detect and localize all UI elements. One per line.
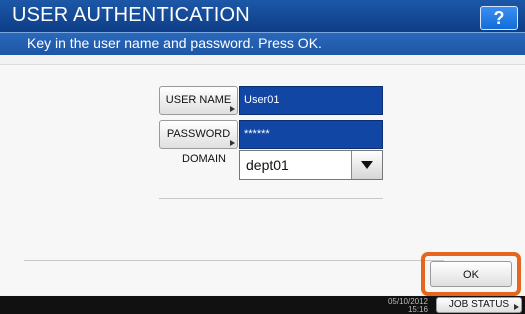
arrow-right-icon bbox=[230, 140, 235, 146]
domain-dropdown-button[interactable] bbox=[351, 151, 382, 179]
arrow-right-icon bbox=[514, 304, 519, 310]
instruction-text: Key in the user name and password. Press… bbox=[27, 35, 322, 51]
user-name-button[interactable]: USER NAME bbox=[159, 86, 238, 115]
date-time: 05/10/2012 15:16 bbox=[380, 298, 428, 314]
arrow-right-icon bbox=[230, 106, 235, 112]
job-status-button[interactable]: JOB STATUS bbox=[436, 297, 522, 313]
domain-select[interactable]: dept01 bbox=[239, 150, 383, 180]
divider bbox=[24, 260, 444, 261]
domain-label: DOMAIN bbox=[182, 153, 226, 165]
divider bbox=[159, 198, 383, 199]
user-name-field[interactable]: User01 bbox=[239, 86, 383, 115]
job-status-label: JOB STATUS bbox=[448, 299, 510, 310]
status-bar: 05/10/2012 15:16 JOB STATUS bbox=[0, 296, 525, 314]
user-name-button-label: USER NAME bbox=[165, 94, 232, 106]
help-button[interactable]: ? bbox=[480, 6, 518, 30]
password-button-label: PASSWORD bbox=[166, 128, 231, 140]
password-field[interactable]: ****** bbox=[239, 120, 383, 149]
authentication-screen: USER AUTHENTICATION ? Key in the user na… bbox=[0, 0, 525, 314]
ok-button[interactable]: OK bbox=[430, 261, 512, 287]
instruction-bar: Key in the user name and password. Press… bbox=[0, 32, 525, 55]
time-text: 15:16 bbox=[407, 305, 428, 314]
title-bar: USER AUTHENTICATION ? bbox=[0, 0, 525, 32]
domain-value: dept01 bbox=[246, 157, 289, 173]
chevron-down-icon bbox=[361, 161, 373, 169]
password-button[interactable]: PASSWORD bbox=[159, 120, 238, 149]
page-title: USER AUTHENTICATION bbox=[12, 4, 250, 26]
